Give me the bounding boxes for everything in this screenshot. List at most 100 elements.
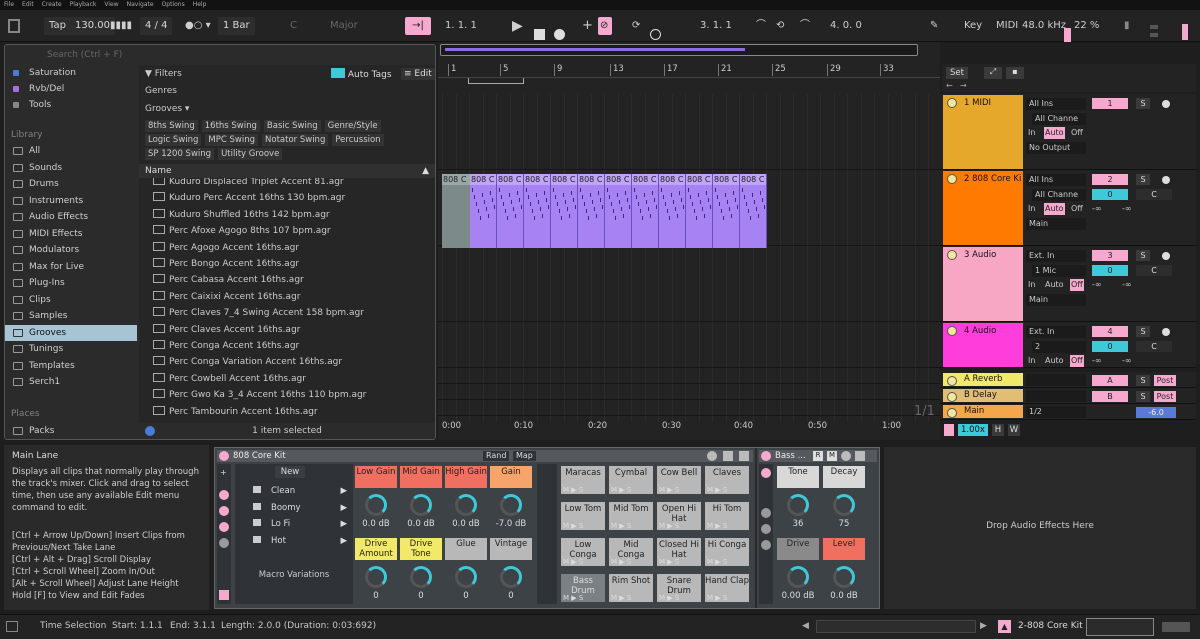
pad-mute-solo[interactable]: M ▶ S — [611, 558, 631, 566]
macro-label[interactable]: Gain — [490, 466, 532, 488]
back-arrow-icon[interactable]: ← — [946, 81, 956, 91]
rack-m-icon[interactable]: M — [827, 451, 837, 461]
return-track-b[interactable]: B Delay B S Post — [940, 388, 1196, 404]
tag-chip[interactable]: 16ths Swing — [201, 120, 260, 132]
pan-field[interactable]: C — [1136, 341, 1172, 352]
pad-mute-solo[interactable]: M ▶ S — [707, 558, 727, 566]
song-position-field[interactable]: 1. 1. 1 — [445, 17, 477, 35]
menu-playback[interactable]: Playback — [70, 0, 97, 10]
bass-title-bar[interactable]: Bass ... R M — [759, 450, 877, 462]
solo-button[interactable]: S — [1136, 391, 1150, 402]
file-row[interactable]: Perc Cowbell Accent 16ths.agr — [153, 371, 306, 387]
tag-chip[interactable]: Logic Swing — [145, 134, 202, 146]
macro-label[interactable]: Tone — [777, 466, 819, 488]
return-a-letter[interactable]: A — [1092, 375, 1128, 386]
follow-button[interactable]: →| — [405, 17, 431, 35]
monitor-off[interactable]: Off — [1070, 355, 1084, 367]
sidebar-item-grooves[interactable]: Grooves — [5, 325, 137, 341]
track-header[interactable]: 1 MIDI — [943, 95, 1023, 169]
capture-button[interactable]: ⟳ — [632, 17, 640, 35]
height-toggle[interactable]: H — [992, 424, 1004, 436]
new-variation-button[interactable]: New — [275, 466, 305, 478]
pad-view-icon[interactable] — [761, 524, 771, 534]
waveform-icon[interactable] — [944, 424, 954, 436]
macro-toggle-icon[interactable]: + — [220, 468, 227, 477]
camera-icon[interactable] — [253, 503, 261, 510]
macro-knob[interactable] — [500, 494, 522, 516]
main-ratio[interactable]: 1/2 — [1026, 406, 1086, 418]
preview-icon[interactable] — [145, 426, 155, 436]
drop-zone[interactable]: Drop Audio Effects Here — [884, 447, 1196, 609]
track-header[interactable]: 2 808 Core Ki — [943, 171, 1023, 245]
menu-create[interactable]: Create — [42, 0, 62, 10]
pad-mute-solo[interactable]: M ▶ S — [659, 486, 679, 494]
sidebar-item-packs[interactable]: Packs — [5, 423, 137, 439]
return-b-header[interactable]: B Delay — [943, 389, 1023, 402]
record-button[interactable] — [554, 29, 565, 40]
file-row[interactable]: Perc Cabasa Accent 16ths.agr — [153, 272, 304, 288]
monitor-in[interactable]: In — [1028, 279, 1035, 291]
pad-mute-solo[interactable]: M ▶ S — [659, 594, 679, 602]
sidebar-item-instruments[interactable]: Instruments — [5, 193, 137, 209]
rack-r-icon[interactable]: R — [813, 451, 823, 461]
volume-field[interactable]: 0 — [1092, 265, 1128, 276]
variation-row[interactable]: Boomy ▶ — [239, 501, 349, 515]
monitor-off[interactable]: Off — [1070, 203, 1084, 215]
track-header[interactable]: 3 Audio — [943, 247, 1023, 321]
return-b-io[interactable] — [1026, 390, 1086, 402]
clip[interactable]: 808 C — [524, 174, 551, 248]
solo-button[interactable]: S — [1136, 174, 1150, 185]
clip[interactable]: 808 C — [659, 174, 686, 248]
rack-expand-icon[interactable] — [219, 590, 229, 600]
solo-button[interactable]: S — [1136, 98, 1150, 109]
pad-view-icon[interactable] — [219, 522, 229, 532]
track-1[interactable]: 1 MIDI All Ins All Channe In Auto Off No Outpu… — [940, 94, 1196, 170]
send-a[interactable]: -∞ — [1092, 355, 1102, 367]
track-number[interactable]: 2 — [1092, 174, 1128, 185]
solo-button[interactable]: S — [1136, 250, 1150, 261]
loop-length-field[interactable]: 4. 0. 0 — [830, 17, 862, 35]
filters-toggle[interactable]: ▼ Filters — [145, 67, 182, 81]
pad-mute-solo[interactable]: M ▶ S — [707, 522, 727, 530]
clip[interactable]: 808 C — [740, 174, 767, 248]
track-number[interactable]: 1 — [1092, 98, 1128, 109]
input-type-select[interactable]: Ext. In — [1026, 326, 1086, 338]
meter-field[interactable]: 4 / 4 — [140, 17, 173, 35]
midi-map-button[interactable]: MIDI — [996, 17, 1018, 35]
sidebar-item-midi-effects[interactable]: MIDI Effects — [5, 226, 137, 242]
monitor-off[interactable]: Off — [1070, 279, 1084, 291]
width-toggle[interactable]: W — [1008, 424, 1020, 436]
arm-button[interactable] — [1162, 100, 1170, 108]
pad-mute-solo[interactable]: M ▶ S — [707, 594, 727, 602]
file-row[interactable]: Perc Gwo Ka 3_4 Accent 16ths 110 bpm.agr — [153, 387, 366, 403]
sidebar-item-drums[interactable]: Drums — [5, 176, 137, 192]
tag-chip[interactable]: MPC Swing — [205, 134, 259, 146]
macro-label[interactable]: Vintage — [490, 538, 532, 560]
macro-knob[interactable] — [787, 494, 809, 516]
monitor-auto[interactable]: Auto — [1044, 279, 1065, 291]
macro-label[interactable]: Drive Amount — [355, 538, 397, 560]
map-button[interactable]: Map — [513, 451, 536, 461]
macro-knob[interactable] — [455, 494, 477, 516]
pad-mute-solo[interactable]: M ▶ S — [611, 522, 631, 530]
pad-mute-solo[interactable]: M ▶ S — [563, 486, 583, 494]
tag-chip[interactable]: Percussion — [332, 134, 384, 146]
tempo-field[interactable]: 130.00 — [70, 17, 115, 35]
sidebar-item-sounds[interactable]: Sounds — [5, 160, 137, 176]
sidebar-item-all[interactable]: All — [5, 143, 137, 159]
auto-tags-toggle[interactable]: Auto Tags — [331, 68, 392, 80]
edit-tags-button[interactable]: ≡ Edit — [401, 68, 435, 80]
input-type-select[interactable]: All Ins — [1026, 174, 1086, 186]
camera-icon[interactable] — [253, 486, 261, 493]
menu-file[interactable]: File — [4, 0, 14, 10]
pan-field[interactable]: C — [1136, 189, 1172, 200]
pad-mute-solo[interactable]: M ▶ S — [611, 486, 631, 494]
file-row[interactable]: Perc Claves Accent 16ths.agr — [153, 322, 300, 338]
tag-chip[interactable]: Utility Groove — [218, 148, 283, 160]
file-row[interactable]: Perc Afoxe Agogo 8ths 107 bpm.agr — [153, 223, 331, 239]
macro-knob[interactable] — [410, 566, 432, 588]
file-row[interactable]: Kuduro Perc Accent 16ths 130 bpm.agr — [153, 190, 345, 206]
lock-icon[interactable]: ▪ — [1006, 67, 1024, 79]
automation-arm-button[interactable]: ⊘ — [598, 17, 612, 35]
sidebar-item-max-for-live[interactable]: Max for Live — [5, 259, 137, 275]
